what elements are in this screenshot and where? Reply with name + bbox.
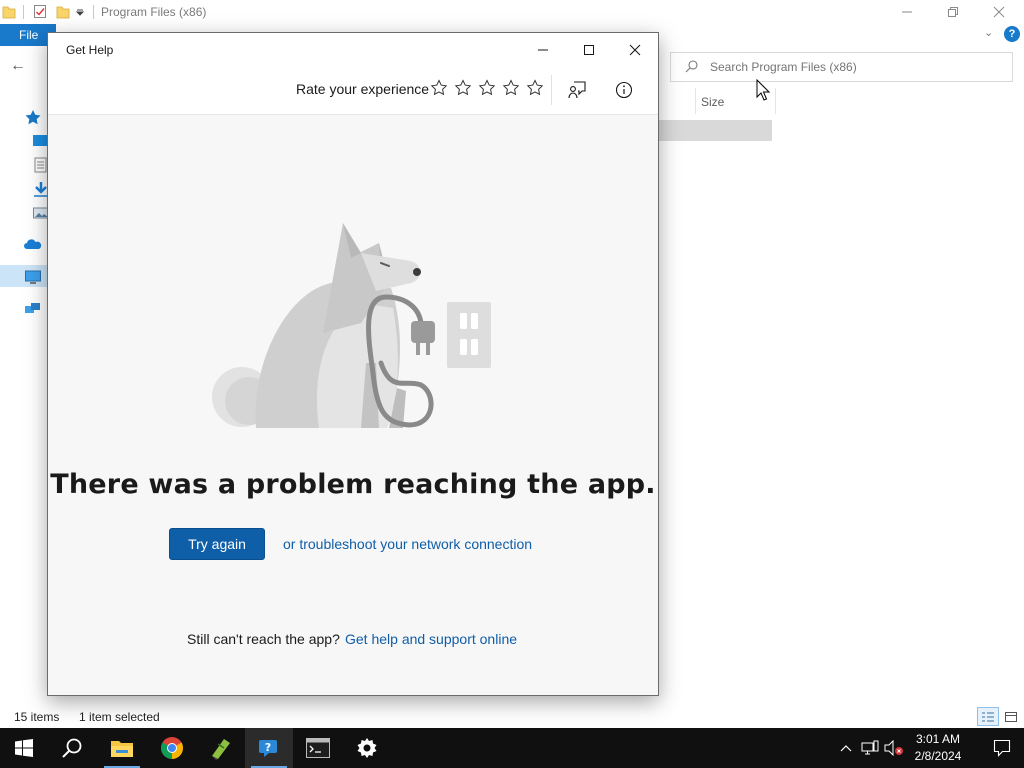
get-help-window: Get Help Rate your experience There was … [47,32,659,696]
network-icon [861,740,879,755]
star-icon[interactable] [502,79,520,97]
details-view-button[interactable] [977,707,999,726]
taskbar-search-button[interactable] [48,728,96,768]
start-button[interactable] [0,728,48,768]
explorer-close-button[interactable] [976,0,1022,24]
file-explorer-icon [111,741,133,757]
onedrive-icon[interactable] [24,237,42,253]
search-input[interactable] [710,59,1000,75]
details-view-icon [982,712,994,721]
clock-time: 3:01 AM [915,732,961,746]
status-selected-count: 1 item selected [79,710,160,724]
about-button[interactable] [609,76,639,104]
error-heading: There was a problem reaching the app. [50,469,656,500]
search-icon [685,60,698,73]
titlebar-divider [23,5,24,19]
info-icon [615,81,633,99]
troubleshoot-network-link[interactable]: or troubleshoot your network connection [283,536,532,552]
star-icon[interactable] [478,79,496,97]
new-folder-icon[interactable] [56,4,70,19]
get-help-toolbar: Rate your experience [48,67,658,115]
taskbar-clock[interactable]: 3:01 AM 2/8/2024 [900,731,976,765]
taskbar-command-prompt[interactable] [294,728,342,768]
rate-experience-label: Rate your experience [296,81,430,97]
restore-icon [948,7,958,17]
gear-icon [357,738,377,758]
feedback-button[interactable] [562,76,592,104]
toolbar-divider [551,75,552,105]
explorer-titlebar: Program Files (x86) [0,0,1024,24]
back-arrow-icon[interactable]: ← [10,57,26,75]
titlebar-divider [93,5,94,19]
unplugged-dog-illustration [212,223,491,428]
get-help-online-link[interactable]: Get help and support online [345,631,517,647]
feedback-icon [568,81,586,99]
this-pc-icon[interactable] [24,269,42,285]
column-header-size[interactable]: Size [701,95,724,109]
get-help-maximize-button[interactable] [566,33,612,67]
svg-text:?: ? [265,741,271,754]
taskbar-chrome[interactable] [148,728,196,768]
close-icon [629,44,641,56]
search-icon [62,738,82,758]
explorer-title: Program Files (x86) [101,5,207,19]
get-help-minimize-button[interactable] [520,33,566,67]
star-icon[interactable] [454,79,472,97]
customize-quick-access-icon[interactable] [75,4,85,19]
chrome-icon [161,737,183,759]
taskbar-file-explorer[interactable] [98,728,146,768]
column-divider [695,88,696,114]
get-help-icon: ? [259,740,277,757]
action-center-button[interactable] [980,728,1024,768]
still-cant-reach-text: Still can't reach the app? [187,631,340,647]
column-divider [775,88,776,114]
large-icons-view-icon [1005,711,1017,722]
quick-access-star-icon[interactable] [24,109,42,125]
properties-icon[interactable] [33,4,47,19]
notepad-plus-icon [212,739,230,760]
explorer-restore-button[interactable] [930,0,976,24]
notification-icon [993,739,1011,757]
chevron-down-icon[interactable]: ⌄ [984,26,993,39]
get-help-close-button[interactable] [612,33,658,67]
taskbar-app-notepad[interactable] [197,728,245,768]
windows-logo-icon [15,739,33,757]
network-tray-button[interactable] [860,738,880,758]
taskbar-settings[interactable] [343,728,391,768]
chevron-up-icon [840,745,852,752]
help-icon[interactable]: ? [1004,26,1020,42]
get-help-title: Get Help [66,43,114,57]
star-icon[interactable] [526,79,544,97]
clock-date: 2/8/2024 [914,749,962,763]
selected-file-row[interactable] [658,120,772,141]
minimize-icon [902,11,912,13]
taskbar: ? 3:01 AM 2/8/2024 [0,728,1024,768]
folder-icon [2,6,16,19]
taskbar-get-help[interactable]: ? [245,728,293,768]
try-again-button[interactable]: Try again [169,528,265,560]
show-hidden-icons-button[interactable] [836,738,856,758]
explorer-minimize-button[interactable] [884,0,930,24]
large-icons-view-button[interactable] [1000,707,1022,726]
network-icon[interactable] [24,301,42,317]
minimize-icon [538,49,548,51]
get-help-titlebar[interactable]: Get Help [48,33,658,67]
mouse-cursor-icon [756,79,770,101]
maximize-icon [584,45,594,55]
command-prompt-icon [306,738,330,758]
star-icon[interactable] [430,79,448,97]
status-item-count: 15 items [14,710,60,724]
close-icon [993,6,1005,18]
